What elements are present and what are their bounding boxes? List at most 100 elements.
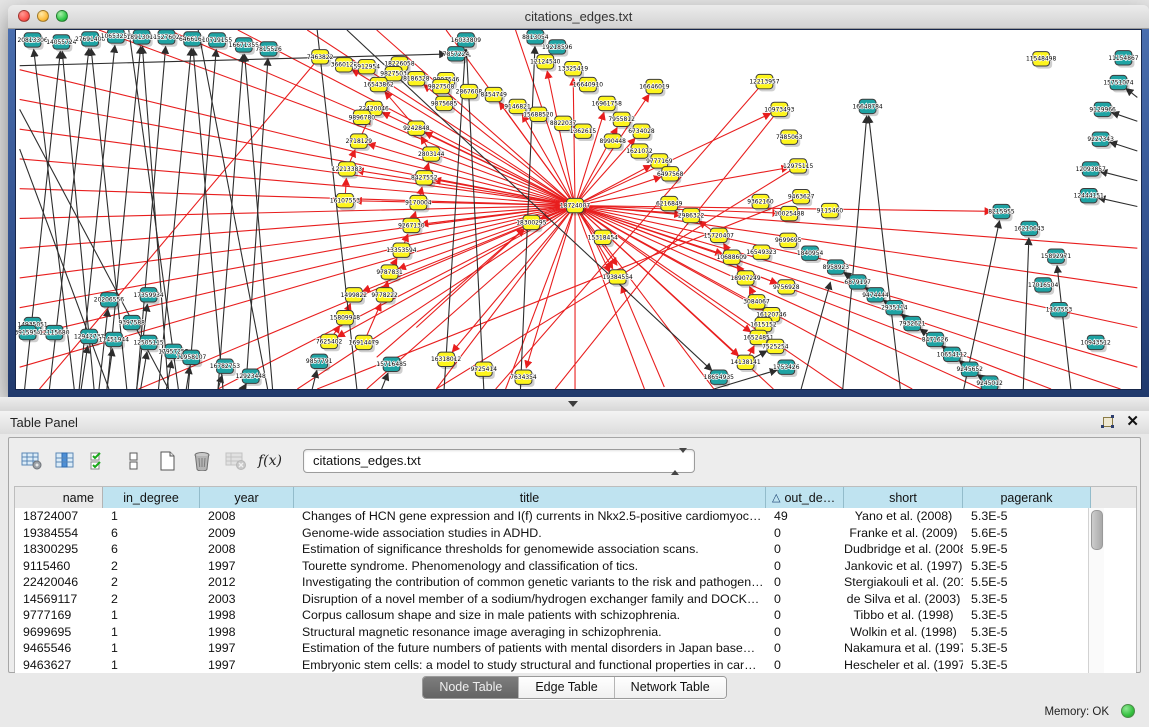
network-node[interactable]: 10973493 [764, 102, 794, 119]
network-edge[interactable] [20, 54, 446, 66]
network-node[interactable]: 15716485 [376, 357, 406, 374]
table-cell[interactable]: 1998 [200, 624, 294, 641]
table-cell[interactable]: de Silva et al. (2003) [844, 591, 963, 608]
network-node[interactable]: 16961758 [592, 96, 622, 113]
network-node[interactable]: 8990448 [599, 134, 626, 151]
tab-edge-table[interactable]: Edge Table [519, 677, 614, 698]
network-node[interactable]: 7634354 [510, 370, 537, 387]
network-node[interactable]: 7463822 [307, 50, 334, 67]
table-cell[interactable]: 1998 [200, 607, 294, 624]
table-cell[interactable]: Structural magnetic resonance image aver… [294, 624, 766, 641]
trash-icon[interactable] [187, 448, 217, 474]
network-edge[interactable] [20, 99, 575, 205]
memory-status-indicator[interactable] [1121, 704, 1135, 718]
table-cell[interactable]: 0 [766, 657, 844, 674]
network-node[interactable]: 9875685 [431, 96, 458, 113]
network-edge[interactable] [1112, 113, 1137, 122]
tab-network-table[interactable]: Network Table [615, 677, 726, 698]
network-node[interactable]: 9227343 [1087, 132, 1114, 149]
network-node[interactable]: 6216849 [656, 196, 683, 213]
splitter-collapse-icon[interactable] [568, 401, 578, 407]
table-cell[interactable]: 0 [766, 640, 844, 657]
table-row[interactable]: 969969511998Structural magnetic resonanc… [15, 624, 1136, 641]
table-row[interactable]: 1830029562008Estimation of significance … [15, 541, 1136, 558]
table-cell[interactable]: 9699695 [15, 624, 103, 641]
network-node[interactable]: 9397588 [119, 315, 146, 332]
table-header-name[interactable]: name [15, 487, 103, 508]
table-cell[interactable]: Genome-wide association studies in ADHD. [294, 525, 766, 542]
table-cell[interactable]: 0 [766, 574, 844, 591]
table-cell[interactable]: 0 [766, 591, 844, 608]
network-node[interactable]: 9362160 [747, 194, 774, 211]
network-table-select[interactable]: citations_edges.txt [303, 449, 695, 473]
network-node[interactable]: 1840954 [797, 246, 824, 263]
table-cell[interactable]: 6 [103, 541, 200, 558]
network-node[interactable]: 9756928 [773, 280, 800, 297]
network-node[interactable]: 12213957 [749, 74, 779, 91]
network-node[interactable]: 5912954 [354, 60, 381, 77]
table-cell[interactable]: 5.6E-5 [963, 525, 1091, 542]
network-edge[interactable] [1023, 238, 1029, 389]
network-edge[interactable] [20, 149, 109, 389]
network-node[interactable]: 1167553 [1046, 303, 1073, 320]
network-node[interactable]: 8471626 [922, 332, 949, 349]
table-cell[interactable]: 5.9E-5 [963, 541, 1091, 558]
table-cell[interactable]: Changes of HCN gene expression and I(f) … [294, 508, 766, 525]
table-cell[interactable]: 19384554 [15, 525, 103, 542]
table-cell[interactable]: Jankovic et al. (1997) [844, 558, 963, 575]
network-node[interactable]: 16549323 [746, 245, 776, 262]
table-cell[interactable]: 1 [103, 657, 200, 674]
table-cell[interactable]: 6 [103, 525, 200, 542]
table-row[interactable]: 1938455462009Genome-wide association stu… [15, 525, 1136, 542]
network-edge[interactable] [159, 49, 192, 389]
table-cell[interactable]: 2009 [200, 525, 294, 542]
network-edge[interactable] [547, 71, 575, 205]
table-cell[interactable]: 1 [103, 624, 200, 641]
table-cell[interactable]: 2008 [200, 541, 294, 558]
table-scrollbar-thumb[interactable] [1091, 510, 1103, 550]
table-cell[interactable]: Dudbridge et al. (2008) [844, 541, 963, 558]
table-cell[interactable]: Tourette syndrome. Phenomenology and cla… [294, 558, 766, 575]
table-row[interactable]: 946554611997Estimation of the future num… [15, 640, 1136, 657]
network-node[interactable]: 8958923 [823, 260, 850, 277]
table-scrollbar[interactable] [1088, 508, 1104, 673]
table-cell[interactable]: 18724007 [15, 508, 103, 525]
network-edge[interactable] [20, 206, 575, 338]
network-node[interactable]: 16640910 [573, 77, 603, 94]
table-cell[interactable]: 0 [766, 624, 844, 641]
network-node[interactable]: 10943512 [1081, 335, 1111, 352]
table-cell[interactable]: 5.3E-5 [963, 508, 1091, 525]
table-cell[interactable]: 9465546 [15, 640, 103, 657]
row-height-icon[interactable] [119, 448, 149, 474]
table-cell[interactable]: 0 [766, 558, 844, 575]
table-cell[interactable]: Yano et al. (2008) [844, 508, 963, 525]
table-cell[interactable]: 0 [766, 525, 844, 542]
network-node[interactable]: 9463627 [788, 189, 815, 206]
tab-node-table[interactable]: Node Table [423, 677, 519, 698]
table-cell[interactable]: 5.5E-5 [963, 574, 1091, 591]
table-cell[interactable]: 2 [103, 558, 200, 575]
table-cell[interactable]: Nakamura et al. (1997) [844, 640, 963, 657]
network-node[interactable]: 16107553 [330, 193, 360, 210]
network-node[interactable]: 9778222 [371, 288, 398, 305]
select-columns-icon[interactable] [85, 448, 115, 474]
network-node[interactable]: 14055724 [46, 35, 76, 52]
network-node[interactable]: 14138141 [730, 355, 760, 372]
function-builder-icon[interactable]: f(x) [255, 448, 285, 474]
network-node[interactable]: 15751074 [1103, 75, 1133, 92]
network-node[interactable]: 9242848 [403, 121, 430, 138]
network-node[interactable]: 2718129 [346, 134, 373, 151]
network-node[interactable]: 11154867 [1108, 51, 1138, 68]
network-node[interactable]: 9267130 [398, 218, 425, 235]
table-cell[interactable]: 22420046 [15, 574, 103, 591]
network-node[interactable]: 9245652 [957, 362, 984, 379]
network-node[interactable]: 16646019 [639, 79, 669, 96]
table-cell[interactable]: Stergiakouli et al. (2012) [844, 574, 963, 591]
table-cell[interactable]: 5.3E-5 [963, 558, 1091, 575]
network-edge[interactable] [575, 114, 770, 206]
table-cell[interactable]: 18300295 [15, 541, 103, 558]
delete-table-icon[interactable] [221, 448, 251, 474]
network-node[interactable]: 10688609 [717, 250, 747, 267]
table-cell[interactable]: 1 [103, 508, 200, 525]
network-node[interactable]: 20206556 [94, 293, 124, 310]
